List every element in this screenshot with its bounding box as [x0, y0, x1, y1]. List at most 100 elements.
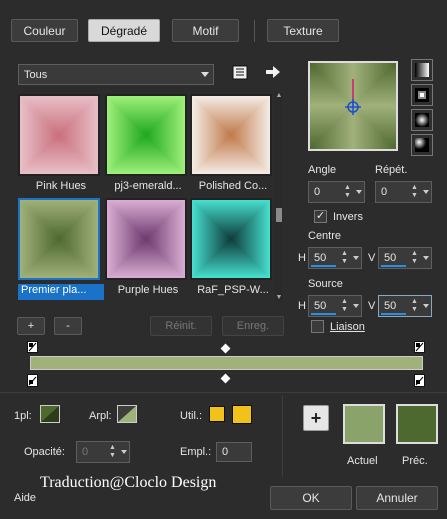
remove-gradient-button[interactable]: - — [54, 317, 82, 335]
stop-bottom-left-icon[interactable] — [27, 374, 38, 387]
gradient-item-purple-hues[interactable]: Purple Hues — [105, 198, 195, 302]
gradient-item-polished[interactable]: Polished Co... — [190, 94, 280, 198]
bg-label: Arpl: — [89, 410, 112, 422]
dropdown-icon[interactable] — [353, 304, 359, 308]
library-icon[interactable] — [232, 65, 248, 80]
location-input[interactable]: 0 — [216, 442, 252, 462]
gradient-thumbnail — [190, 198, 272, 280]
add-gradient-button[interactable]: + — [17, 317, 45, 335]
gradient-preview[interactable] — [308, 61, 398, 151]
gradient-label: Polished Co... — [198, 180, 268, 192]
ok-button[interactable]: OK — [270, 486, 352, 510]
current-color-swatch[interactable] — [343, 404, 385, 444]
gradient-thumbnail — [190, 94, 272, 176]
gradient-thumbnail — [105, 198, 187, 280]
tab-texture[interactable]: Texture — [267, 19, 339, 42]
angle-input[interactable]: 0 ▲ ▼ — [308, 181, 365, 203]
gradient-item-pink-hues[interactable]: Pink Hues — [18, 94, 108, 198]
gradient-label: RaF_PSP-W... — [197, 284, 269, 296]
location-value: 0 — [222, 446, 229, 458]
bg-color-swatch[interactable] — [117, 405, 137, 423]
style-radial-button[interactable] — [411, 134, 433, 156]
source-h-input[interactable]: 50 ▲ ▼ — [308, 295, 362, 317]
dropdown-icon[interactable] — [121, 450, 127, 454]
source-v-input[interactable]: 50 ▲ ▼ — [378, 295, 432, 317]
center-v-label: V — [368, 252, 376, 264]
watermark-text: Traduction@Cloclo Design — [40, 474, 217, 491]
spin-arrows-icon[interactable]: ▲ ▼ — [410, 298, 419, 314]
source-v-value: 50 — [384, 300, 397, 312]
dropdown-icon[interactable] — [423, 304, 429, 308]
tab-couleur[interactable]: Couleur — [11, 19, 78, 42]
center-v-input[interactable]: 50 ▲ ▼ — [378, 247, 432, 269]
previous-color-swatch[interactable] — [396, 404, 438, 444]
current-label: Actuel — [347, 455, 378, 467]
dropdown-icon[interactable] — [423, 256, 429, 260]
dropdown-icon[interactable] — [423, 190, 429, 194]
scroll-up-icon[interactable]: ▲ — [275, 92, 283, 100]
gradient-label: Premier pla... — [18, 284, 104, 300]
tab-degrade[interactable]: Dégradé — [88, 19, 160, 42]
spin-arrows-icon[interactable]: ▲ ▼ — [410, 250, 419, 266]
fg-color-swatch[interactable] — [40, 405, 60, 423]
stop-top-left-icon[interactable] — [27, 341, 38, 353]
gradient-thumbnail — [18, 198, 100, 280]
style-linear-button[interactable] — [411, 59, 433, 81]
help-link[interactable]: Aide — [14, 492, 36, 504]
center-v-value: 50 — [384, 252, 397, 264]
angle-label: Angle — [308, 164, 337, 176]
spin-arrows-icon[interactable]: ▲ ▼ — [340, 250, 349, 266]
dropdown-icon[interactable] — [353, 256, 359, 260]
center-label: Centre — [308, 230, 342, 242]
gradient-bar[interactable] — [30, 356, 423, 370]
center-h-bar — [311, 265, 336, 267]
location-label: Empl.: — [180, 446, 212, 458]
arrow-right-icon[interactable] — [265, 65, 281, 79]
category-value: Tous — [24, 68, 48, 81]
spin-arrows-icon[interactable]: ▲ ▼ — [108, 444, 117, 460]
scroll-down-icon[interactable]: ▼ — [275, 294, 283, 302]
dropdown-icon[interactable] — [356, 190, 362, 194]
user-color-swatch-1[interactable] — [209, 406, 225, 422]
repeat-input[interactable]: 0 ▲ ▼ — [375, 181, 432, 203]
category-select[interactable]: Tous — [18, 64, 214, 85]
section-divider — [0, 392, 447, 393]
spin-arrows-icon[interactable]: ▲ ▼ — [410, 184, 419, 200]
chevron-down-icon — [201, 72, 209, 77]
midpoint-top-marker[interactable] — [220, 343, 231, 354]
center-h-input[interactable]: 50 ▲ ▼ — [308, 247, 362, 269]
stop-top-right-icon[interactable] — [414, 341, 425, 353]
user-label: Util.: — [180, 410, 202, 422]
style-rectangular-button[interactable] — [411, 84, 433, 106]
center-v-bar — [381, 265, 406, 267]
add-color-button[interactable]: + — [303, 405, 329, 431]
gradient-list-scrollbar[interactable]: ▲ ▼ — [275, 92, 283, 302]
source-v-label: V — [368, 300, 376, 312]
spin-arrows-icon[interactable]: ▲ ▼ — [340, 298, 349, 314]
style-sunburst-button[interactable] — [411, 109, 433, 131]
cancel-button[interactable]: Annuler — [356, 486, 438, 510]
scrollbar-thumb[interactable] — [276, 208, 282, 222]
spin-arrows-icon[interactable]: ▲ ▼ — [343, 184, 352, 200]
stop-bottom-right-icon[interactable] — [414, 374, 425, 387]
invert-checkbox[interactable]: ✓ — [314, 210, 327, 223]
gradient-item-emerald[interactable]: pj3-emerald... — [105, 94, 195, 198]
reset-button[interactable]: Réinit. — [150, 316, 212, 336]
gradient-thumbnail — [18, 94, 100, 176]
midpoint-bottom-marker[interactable] — [220, 373, 231, 384]
source-h-value: 50 — [314, 300, 327, 312]
gradient-item-premier-plan[interactable]: Premier pla... — [18, 198, 108, 302]
gradient-thumbnail — [105, 94, 187, 176]
user-color-swatch-2[interactable] — [232, 405, 252, 424]
save-gradient-button[interactable]: Enreg. — [222, 316, 284, 336]
section-divider-vertical — [282, 395, 283, 477]
tab-motif[interactable]: Motif — [172, 19, 239, 42]
opacity-input[interactable]: 0 ▲ ▼ — [76, 441, 130, 463]
source-label: Source — [308, 278, 343, 290]
repeat-label: Répét. — [375, 164, 408, 176]
gradient-list[interactable]: Pink Hues pj3-emerald... Polished Co... … — [16, 92, 272, 304]
tab-separator — [254, 20, 255, 42]
link-checkbox[interactable] — [311, 320, 324, 333]
gradient-item-raf-psp[interactable]: RaF_PSP-W... — [190, 198, 280, 302]
repeat-value: 0 — [381, 186, 388, 198]
